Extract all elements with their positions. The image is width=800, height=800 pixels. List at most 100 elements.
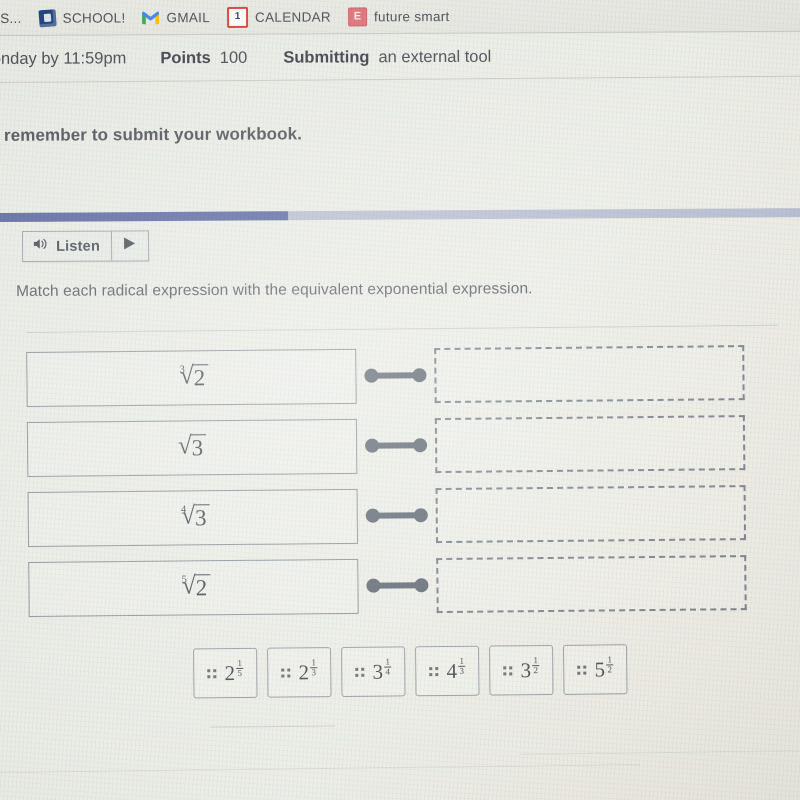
school-icon bbox=[38, 8, 57, 27]
photographed-screen: R S... SCHOOL! GMAIL 1 CALENDAR E fut bbox=[0, 0, 800, 800]
answer-drop-zone[interactable] bbox=[434, 344, 745, 403]
exponential-expression: 4 1 3 bbox=[446, 655, 466, 682]
fraction-numerator: 1 bbox=[311, 656, 316, 667]
fraction-numerator: 1 bbox=[385, 656, 390, 667]
progress-bar[interactable] bbox=[0, 208, 800, 222]
points-value: 100 bbox=[219, 48, 248, 67]
connector-knob-right bbox=[412, 368, 427, 383]
progress-bar-fill bbox=[0, 211, 289, 222]
radical-term-box[interactable]: √ 3 bbox=[26, 418, 358, 477]
radicand: 2 bbox=[194, 574, 211, 601]
assignment-meta-divider bbox=[0, 75, 800, 83]
e-icon: E bbox=[347, 6, 367, 26]
calendar-icon: 1 bbox=[226, 6, 249, 28]
fraction-numerator: 1 bbox=[533, 654, 538, 665]
speaker-icon bbox=[33, 237, 49, 256]
exponent-fraction: 1 3 bbox=[458, 655, 466, 677]
exponent-fraction: 1 2 bbox=[532, 654, 540, 676]
radical-term-box[interactable]: 3 √ 2 bbox=[26, 348, 357, 407]
match-connector bbox=[365, 438, 428, 453]
drag-handle-icon[interactable] bbox=[207, 668, 217, 678]
gmail-icon bbox=[142, 9, 160, 26]
match-row: 3 √ 2 bbox=[26, 343, 785, 408]
bookmark-item-future-smart[interactable]: E future smart bbox=[347, 6, 450, 26]
match-row: 5 √ 2 bbox=[28, 553, 787, 618]
answer-tile[interactable]: 3 1 2 bbox=[489, 644, 554, 696]
submitting-value: an external tool bbox=[378, 47, 492, 66]
exponent-base: 2 bbox=[298, 659, 310, 684]
match-connector bbox=[366, 578, 429, 593]
bookmark-item-school[interactable]: SCHOOL! bbox=[38, 8, 126, 27]
fraction-denominator: 4 bbox=[384, 666, 392, 677]
fraction-denominator: 3 bbox=[458, 665, 466, 677]
fraction-numerator: 1 bbox=[607, 653, 612, 664]
bookmark-item-calendar[interactable]: 1 CALENDAR bbox=[226, 6, 331, 28]
play-icon bbox=[123, 236, 136, 255]
bookmark-label: R S... bbox=[0, 10, 22, 26]
exponential-expression: 2 1 3 bbox=[298, 657, 318, 684]
radicand: 3 bbox=[190, 434, 207, 461]
bookmark-label: SCHOOL! bbox=[62, 9, 126, 26]
exponent-fraction: 1 5 bbox=[236, 657, 244, 679]
points-label: Points bbox=[160, 48, 211, 67]
radical-expression: √ 3 bbox=[177, 432, 207, 461]
answer-drop-zone[interactable] bbox=[436, 554, 747, 613]
answer-drop-zone[interactable] bbox=[434, 414, 746, 473]
match-row: √ 3 bbox=[26, 413, 786, 478]
fraction-numerator: 1 bbox=[237, 657, 242, 668]
match-row: 4 √ 3 bbox=[27, 483, 787, 548]
bookmark-label: CALENDAR bbox=[254, 9, 331, 25]
matching-exercise: 3 √ 2 √ 3 4 √ 3 5 √ 2 2 1 5 2 1 3 3 1 4 … bbox=[26, 324, 788, 762]
radical-expression: 5 √ 2 bbox=[177, 572, 211, 601]
radicand: 2 bbox=[192, 364, 209, 391]
answer-tile[interactable]: 3 1 4 bbox=[341, 646, 406, 697]
radical-term-box[interactable]: 4 √ 3 bbox=[27, 488, 359, 547]
radical-sign: √ bbox=[177, 432, 192, 460]
fraction-denominator: 3 bbox=[310, 667, 318, 678]
radical-expression: 4 √ 3 bbox=[176, 502, 210, 531]
panel-top-divider bbox=[26, 324, 778, 333]
answer-tile[interactable]: 2 1 5 bbox=[193, 647, 258, 699]
listen-button-label: Listen bbox=[56, 238, 101, 255]
exponent-fraction: 1 2 bbox=[606, 653, 614, 675]
answer-tile[interactable]: 2 1 3 bbox=[267, 647, 332, 698]
bookmark-label: GMAIL bbox=[166, 9, 211, 25]
connector-knob-right bbox=[414, 578, 429, 593]
radical-index: 4 bbox=[180, 504, 187, 516]
drag-handle-icon[interactable] bbox=[281, 667, 291, 678]
connector-knob-right bbox=[413, 508, 428, 523]
assignment-description: se remember to submit your workbook. bbox=[0, 124, 303, 145]
exponent-base: 3 bbox=[520, 657, 532, 682]
answer-tile-tray: 2 1 5 2 1 3 3 1 4 4 1 3 3 1 2 5 1 2 bbox=[193, 644, 628, 699]
exponent-base: 5 bbox=[594, 656, 606, 682]
answer-drop-zone[interactable] bbox=[435, 484, 747, 543]
exponent-base: 2 bbox=[224, 660, 236, 685]
fraction-denominator: 2 bbox=[606, 664, 614, 675]
radical-index: 3 bbox=[179, 364, 185, 376]
answer-tile[interactable]: 4 1 3 bbox=[415, 645, 480, 697]
question-prompt: Match each radical expression with the e… bbox=[16, 280, 533, 300]
match-connector bbox=[364, 368, 427, 383]
exponent-fraction: 1 3 bbox=[310, 656, 318, 678]
drag-handle-icon[interactable] bbox=[355, 667, 365, 677]
exponential-expression: 5 1 2 bbox=[594, 654, 614, 682]
due-date: Monday by 11:59pm bbox=[0, 48, 127, 68]
fraction-denominator: 2 bbox=[532, 665, 540, 676]
radical-term-box[interactable]: 5 √ 2 bbox=[28, 558, 359, 617]
play-button[interactable] bbox=[112, 231, 148, 260]
drag-handle-icon[interactable] bbox=[429, 666, 439, 676]
listen-button[interactable]: Listen bbox=[23, 231, 113, 261]
radicand: 3 bbox=[193, 504, 210, 531]
decorative-line bbox=[0, 764, 640, 773]
exponent-fraction: 1 4 bbox=[384, 656, 392, 677]
drag-handle-icon[interactable] bbox=[577, 665, 587, 675]
exponent-base: 3 bbox=[372, 659, 384, 684]
bookmark-label: future smart bbox=[373, 8, 450, 24]
answer-tile[interactable]: 5 1 2 bbox=[563, 644, 628, 695]
fraction-numerator: 1 bbox=[459, 655, 464, 666]
bookmark-item-rs[interactable]: R S... bbox=[0, 10, 22, 25]
exponential-expression: 2 1 5 bbox=[224, 657, 244, 685]
radical-index: 5 bbox=[181, 574, 187, 586]
bookmark-item-gmail[interactable]: GMAIL bbox=[142, 9, 210, 26]
drag-handle-icon[interactable] bbox=[503, 665, 513, 675]
